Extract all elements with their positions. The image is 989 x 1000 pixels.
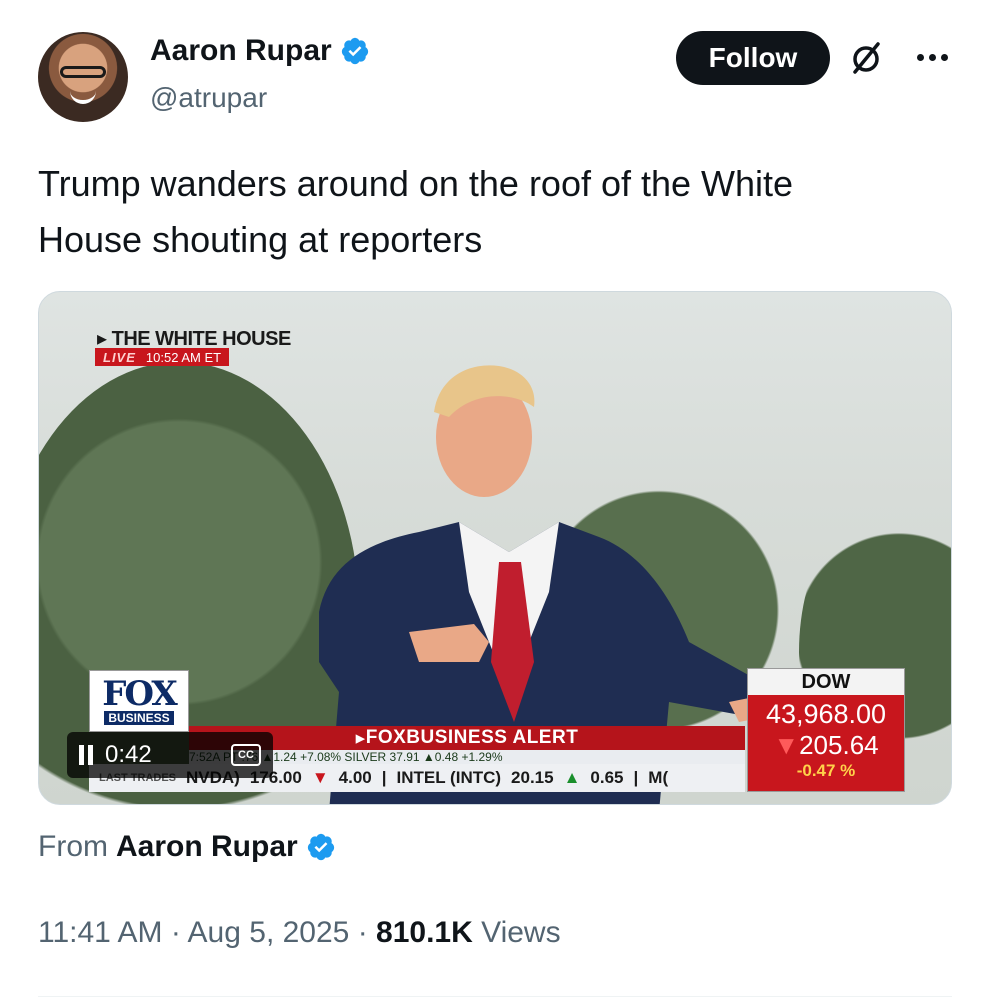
dow-index-box: DOW 43,968.00 ▼205.64 -0.47 %	[747, 668, 905, 792]
fox-business-logo: FOX BUSINESS	[89, 670, 189, 732]
author-avatar[interactable]	[38, 32, 128, 122]
live-time: 10:52 AM ET	[145, 349, 222, 365]
live-badge: LIVE 10:52 AM ET	[95, 348, 230, 366]
follow-button[interactable]: Follow	[676, 31, 830, 85]
ticker-symbol: INTEL (INTC)	[396, 768, 502, 787]
ticker-separator: |	[633, 768, 639, 787]
author-name[interactable]: Aaron Rupar	[150, 34, 332, 68]
from-author-link[interactable]: Aaron Rupar	[116, 830, 298, 864]
ticker-symbol: M(	[648, 768, 669, 787]
tweet-meta: 11:41 AM · Aug 5, 2025 · 810.1K Views	[38, 916, 561, 950]
fox-logo-text: FOX	[102, 674, 178, 714]
dot	[940, 53, 948, 61]
views-label: Views	[472, 916, 561, 949]
ticker-separator: |	[381, 768, 387, 787]
dot	[916, 53, 924, 61]
elapsed-time: 0:42	[105, 741, 152, 768]
pause-icon[interactable]	[79, 745, 93, 765]
video-player[interactable]: ▸ THE WHITE HOUSE LIVE 10:52 AM ET FOX B…	[38, 291, 952, 805]
closed-captions-icon[interactable]: CC	[231, 744, 261, 766]
grok-icon[interactable]	[846, 38, 886, 78]
meta-separator: ·	[349, 916, 377, 949]
divider	[38, 996, 952, 997]
views-count: 810.1K	[376, 916, 473, 949]
dot	[928, 53, 936, 61]
down-arrow-icon: ▼	[773, 730, 800, 760]
alert-banner-text: FOXBUSINESS ALERT	[365, 727, 579, 748]
live-label: LIVE	[103, 349, 136, 365]
ticker-change: 0.65	[590, 768, 624, 787]
video-attribution: From Aaron Rupar	[38, 830, 336, 864]
fox-logo-subtext: BUSINESS	[104, 711, 174, 725]
dow-percent: -0.47 %	[796, 761, 856, 780]
tweet-text-line: Trump wanders around on the roof of the …	[38, 163, 794, 204]
verified-badge-icon	[341, 37, 368, 65]
location-tag-text: THE WHITE HOUSE	[111, 328, 292, 350]
avatar-glasses	[60, 66, 106, 78]
dow-label: DOW	[748, 669, 904, 695]
tweet-text: Trump wanders around on the roof of the …	[38, 156, 938, 268]
tweet-date[interactable]: Aug 5, 2025	[188, 916, 350, 949]
author-handle[interactable]: @atrupar	[150, 82, 267, 114]
up-arrow-icon: ▲	[563, 768, 581, 787]
down-arrow-icon: ▼	[311, 768, 329, 787]
more-options-icon[interactable]	[912, 42, 952, 72]
video-controls[interactable]: 0:42 CC	[67, 732, 273, 778]
tweet-text-line: House shouting at reporters	[38, 219, 483, 260]
dow-change-value: 205.64	[799, 730, 879, 760]
ticker-change: 4.00	[338, 768, 372, 787]
verified-badge-icon	[307, 833, 334, 861]
avatar-smile	[70, 90, 96, 104]
meta-separator: ·	[162, 916, 188, 949]
ticker-price: 20.15	[511, 768, 554, 787]
tweet-time[interactable]: 11:41 AM	[38, 916, 163, 949]
from-label: From	[38, 830, 108, 863]
dow-change: ▼205.64	[748, 730, 904, 761]
dow-value: 43,968.00	[765, 699, 887, 729]
author-name-row[interactable]: Aaron Rupar	[150, 34, 370, 68]
